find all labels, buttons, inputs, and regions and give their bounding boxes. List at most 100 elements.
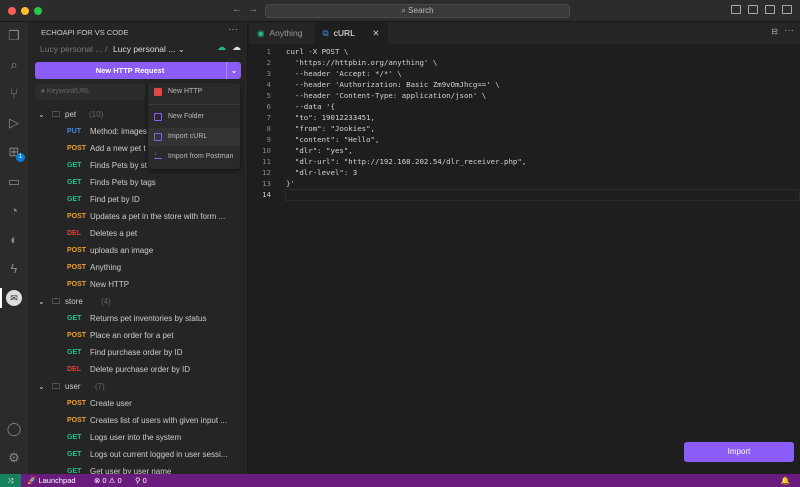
list-item[interactable]: GET Logs user into the system [28, 429, 247, 446]
folder-count: (10) [89, 110, 104, 119]
method-badge: GET [67, 451, 82, 458]
list-item[interactable]: POST Place an order for a pet [28, 327, 247, 344]
method-badge: POST [67, 281, 87, 288]
remote-explorer-icon[interactable]: ▭ [6, 174, 22, 190]
testing-icon[interactable]: ◐ [6, 232, 22, 248]
list-item[interactable]: POST Create user [28, 395, 247, 412]
code-line: 10 "dlr": "yes", [249, 145, 526, 156]
folder-name: store [65, 297, 83, 306]
method-badge: POST [67, 332, 87, 339]
more-actions-icon[interactable]: ··· [228, 24, 238, 35]
tab-anything[interactable]: ◉ Anything [249, 22, 311, 44]
file-import-icon [154, 133, 162, 141]
list-item[interactable]: DEL Deletes a pet [28, 225, 247, 242]
import-button[interactable]: Import [684, 442, 794, 462]
curl-code-editor[interactable]: 1 curl -X POST \ 2 'https://httpbin.org/an… [249, 46, 526, 200]
folder-name: pet [65, 110, 77, 119]
method-badge: POST [67, 247, 87, 254]
http-icon [154, 88, 162, 96]
list-item[interactable]: POST uploads an image [28, 242, 247, 259]
list-item[interactable]: POST Updates a pet in the store with form… [28, 208, 247, 225]
thunder-icon[interactable]: ϟ [6, 261, 22, 277]
customize-layout-icon[interactable] [782, 5, 792, 14]
close-window-button[interactable] [8, 7, 16, 15]
toggle-secondary-sidebar-icon[interactable] [765, 5, 775, 14]
folder-store[interactable]: ⌄ 🗀 store (4) [28, 293, 247, 310]
notifications-bell-icon[interactable]: 🔔 [781, 474, 790, 487]
folder-icon: 🗀 [52, 382, 60, 391]
request-name: Logs out current logged in user sessi... [90, 450, 228, 459]
toggle-sidebar-icon[interactable] [731, 5, 741, 14]
forward-arrow-icon[interactable]: → [248, 4, 258, 15]
tab-bar: ◉ Anything ⧉ cURL ✕ ⊟ ··· [249, 22, 800, 44]
list-item[interactable]: GET Find pet by ID [28, 191, 247, 208]
cloud-upload-icon[interactable]: ☁ [217, 42, 226, 53]
list-item[interactable]: GET Logs out current logged in user sessi… [28, 446, 247, 463]
command-search[interactable]: ⌕ Search [265, 4, 570, 18]
menu-item-import-postman[interactable]: ↓ Import from Postman [148, 148, 240, 166]
split-editor-icon[interactable]: ⊟ [771, 27, 778, 36]
problems-status[interactable]: ⊗ 0 ⚠ 0 [94, 474, 122, 487]
line-number: 11 [262, 157, 271, 166]
line-number: 7 [266, 113, 271, 122]
code-text: }' [286, 179, 295, 188]
maximize-window-button[interactable] [34, 7, 42, 15]
more-actions-icon[interactable]: ··· [784, 25, 794, 36]
remote-indicator-icon[interactable]: ⤨ [0, 474, 21, 487]
code-line: 9 "content": "Hello", [249, 134, 526, 145]
close-tab-icon[interactable]: ✕ [372, 28, 379, 39]
list-item[interactable]: POST Anything [28, 259, 247, 276]
source-control-icon[interactable]: ⑂ [6, 86, 22, 102]
list-item[interactable]: GET Finds Pets by tags [28, 174, 247, 191]
echoapi-icon[interactable]: ✉ [6, 290, 22, 306]
ports-status[interactable]: ⚲ 0 [135, 474, 147, 487]
toggle-panel-icon[interactable] [748, 5, 758, 14]
folder-count: (7) [95, 382, 105, 391]
method-badge: DEL [67, 230, 81, 237]
new-request-dropdown-icon[interactable]: ⌄ [226, 62, 241, 79]
project-selector[interactable]: Lucy personal ... ⌄ [113, 44, 185, 55]
code-text: "dlr-level": 3 [286, 168, 358, 177]
menu-item-new-http[interactable]: New HTTP [148, 83, 240, 101]
tab-curl[interactable]: ⧉ cURL ✕ [314, 22, 388, 44]
http-globe-icon: ◉ [257, 27, 265, 38]
code-text: --data '{ [286, 102, 335, 111]
request-name: Find purchase order by ID [90, 348, 183, 357]
new-http-request-button[interactable]: New HTTP Request ⌄ [35, 62, 241, 79]
account-icon[interactable]: ◯ [6, 421, 22, 437]
list-item[interactable]: GET Find purchase order by ID [28, 344, 247, 361]
line-number: 10 [262, 146, 271, 155]
settings-gear-icon[interactable]: ⚙ [6, 450, 22, 466]
code-line: 1 curl -X POST \ [249, 46, 526, 57]
method-badge: GET [67, 434, 82, 441]
menu-item-new-folder[interactable]: New Folder [148, 108, 240, 126]
folder-icon: 🗀 [52, 110, 60, 119]
list-item[interactable]: POST Creates list of users with given inp… [28, 412, 247, 429]
line-number: 14 [262, 190, 271, 199]
menu-item-import-curl[interactable]: Import cURL [148, 128, 240, 146]
explorer-icon[interactable]: ❐ [6, 28, 22, 44]
workspace-breadcrumb[interactable]: Lucy personal ... [40, 44, 102, 54]
run-debug-icon[interactable]: ▷ [6, 115, 22, 131]
search-input[interactable]: ⌕ Keyword/URL [35, 84, 145, 100]
current-line-highlight [285, 189, 800, 201]
extensions-icon[interactable]: ⊞ 1 [6, 144, 25, 162]
minimize-window-button[interactable] [21, 7, 29, 15]
back-arrow-icon[interactable]: ← [232, 4, 242, 15]
active-indicator [0, 288, 2, 308]
folder-user[interactable]: ⌄ 🗀 user (7) [28, 378, 247, 395]
rocket-icon: 🚀 [27, 476, 39, 485]
title-bar: ← → ⌕ Search [0, 0, 800, 22]
request-name: Finds Pets by st [90, 161, 147, 170]
timeline-icon[interactable]: ◔ [6, 203, 22, 219]
list-item[interactable]: GET Returns pet inventories by status [28, 310, 247, 327]
request-name: Returns pet inventories by status [90, 314, 207, 323]
list-item[interactable]: POST New HTTP [28, 276, 247, 293]
launchpad-status[interactable]: 🚀 Launchpad [27, 474, 76, 487]
search-icon[interactable]: ⌕ [6, 57, 22, 73]
list-item[interactable]: DEL Delete purchase order by ID [28, 361, 247, 378]
cloud-download-icon[interactable]: ☁ [232, 42, 241, 53]
method-badge: POST [67, 417, 87, 424]
new-request-menu: New HTTP New Folder Import cURL ↓ Import … [148, 83, 240, 169]
request-name: Find pet by ID [90, 195, 140, 204]
